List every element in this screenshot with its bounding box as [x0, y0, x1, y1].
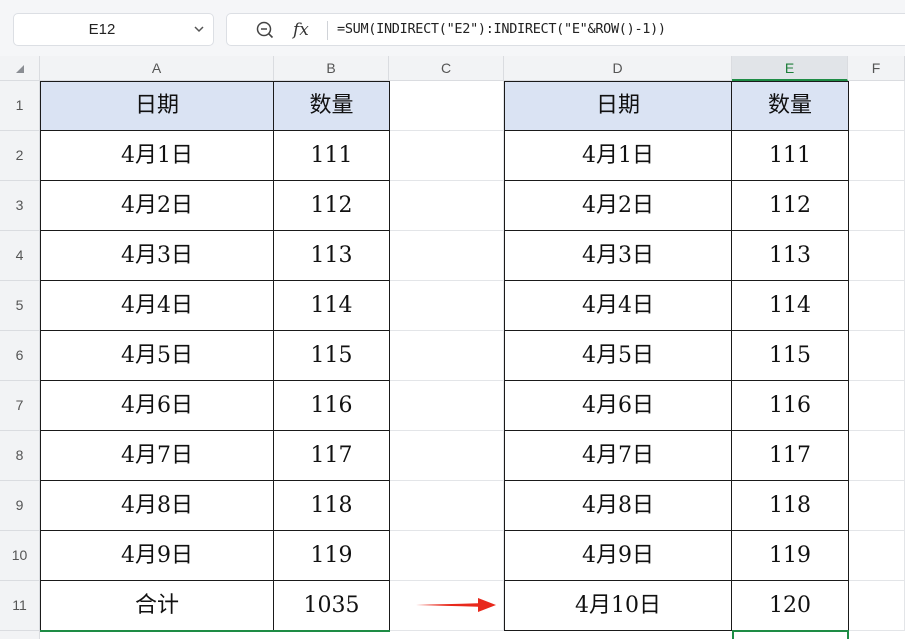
right-header-date[interactable]: 日期	[504, 81, 732, 131]
left-cell-date[interactable]: 4月1日	[40, 131, 274, 181]
left-header-date[interactable]: 日期	[40, 81, 274, 131]
selected-cell-e12[interactable]	[732, 630, 849, 639]
row-header-1[interactable]: 1	[0, 81, 40, 131]
right-cell-qty[interactable]: 114	[732, 281, 849, 331]
right-cell-qty[interactable]: 119	[732, 531, 849, 581]
right-cell-date[interactable]: 4月3日	[504, 231, 732, 281]
left-cell-qty[interactable]: 116	[274, 381, 390, 431]
empty-cell[interactable]	[389, 531, 504, 581]
left-cell-date[interactable]: 4月4日	[40, 281, 274, 331]
formula-divider	[327, 21, 328, 40]
empty-cell[interactable]	[848, 131, 905, 181]
empty-cell[interactable]	[848, 331, 905, 381]
name-box[interactable]: E12	[13, 13, 214, 46]
left-cell-qty[interactable]: 118	[274, 481, 390, 531]
right-cell-qty[interactable]: 113	[732, 231, 849, 281]
empty-cell[interactable]	[848, 381, 905, 431]
right-cell-date[interactable]: 4月2日	[504, 181, 732, 231]
row-header-2[interactable]: 2	[0, 131, 40, 181]
empty-cell[interactable]	[389, 81, 504, 131]
copy-range-border	[40, 630, 390, 632]
row-header-5[interactable]: 5	[0, 281, 40, 331]
empty-cell[interactable]	[848, 181, 905, 231]
right-header-qty[interactable]: 数量	[732, 81, 849, 131]
column-header-f[interactable]: F	[848, 56, 905, 81]
left-cell-qty[interactable]: 115	[274, 331, 390, 381]
row-header-8[interactable]: 8	[0, 431, 40, 481]
right-cell-date[interactable]: 4月9日	[504, 531, 732, 581]
empty-cell[interactable]	[848, 81, 905, 131]
left-cell-qty[interactable]: 117	[274, 431, 390, 481]
zoom-out-icon[interactable]	[255, 20, 275, 40]
left-cell-date[interactable]: 4月5日	[40, 331, 274, 381]
empty-cell[interactable]	[389, 131, 504, 181]
left-cell-qty[interactable]: 113	[274, 231, 390, 281]
right-cell-date[interactable]: 4月8日	[504, 481, 732, 531]
cell-reference: E12	[88, 21, 116, 38]
left-cell-date[interactable]: 4月7日	[40, 431, 274, 481]
row-header-11[interactable]: 11	[0, 581, 40, 631]
right-cell-date[interactable]: 4月6日	[504, 381, 732, 431]
empty-cell[interactable]	[389, 281, 504, 331]
corner-triangle-icon	[16, 65, 24, 73]
right-cell-qty[interactable]: 117	[732, 431, 849, 481]
right-cell-date[interactable]: 4月1日	[504, 131, 732, 181]
empty-cell[interactable]	[848, 231, 905, 281]
empty-cell[interactable]	[848, 481, 905, 531]
left-cell-qty[interactable]: 119	[274, 531, 390, 581]
empty-cell[interactable]	[848, 281, 905, 331]
empty-cell[interactable]	[389, 331, 504, 381]
row-header-12[interactable]	[0, 631, 40, 639]
arrow-icon	[416, 598, 496, 612]
left-cell-qty[interactable]: 114	[274, 281, 390, 331]
left-cell-date[interactable]: 合计	[40, 581, 274, 631]
right-cell-qty[interactable]: 112	[732, 181, 849, 231]
empty-cell[interactable]	[389, 181, 504, 231]
column-header-d[interactable]: D	[504, 56, 732, 81]
right-cell-date[interactable]: 4月10日	[504, 581, 732, 631]
row-header-10[interactable]: 10	[0, 531, 40, 581]
right-cell-date[interactable]: 4月7日	[504, 431, 732, 481]
function-icon[interactable]: fx	[293, 17, 317, 43]
empty-cell[interactable]	[848, 531, 905, 581]
empty-cell[interactable]	[389, 231, 504, 281]
left-cell-date[interactable]: 4月2日	[40, 181, 274, 231]
left-cell-date[interactable]: 4月3日	[40, 231, 274, 281]
left-cell-date[interactable]: 4月9日	[40, 531, 274, 581]
column-header-c[interactable]: C	[389, 56, 504, 81]
right-cell-qty[interactable]: 118	[732, 481, 849, 531]
select-all-corner[interactable]	[0, 56, 40, 81]
right-cell-date[interactable]: 4月5日	[504, 331, 732, 381]
left-cell-date[interactable]: 4月8日	[40, 481, 274, 531]
column-header-a[interactable]: A	[40, 56, 274, 81]
column-header-e[interactable]: E	[732, 56, 848, 81]
row-header-9[interactable]: 9	[0, 481, 40, 531]
chevron-down-icon[interactable]	[193, 23, 205, 35]
left-cell-qty[interactable]: 111	[274, 131, 390, 181]
right-cell-date[interactable]: 4月4日	[504, 281, 732, 331]
row-header-3[interactable]: 3	[0, 181, 40, 231]
left-cell-qty[interactable]: 112	[274, 181, 390, 231]
row-header-7[interactable]: 7	[0, 381, 40, 431]
formula-input-area[interactable]: fx =SUM(INDIRECT("E2"):INDIRECT("E"&ROW(…	[226, 13, 905, 46]
row-header-4[interactable]: 4	[0, 231, 40, 281]
formula-bar: E12 fx =SUM(INDIRECT("E2"):INDIRECT("E"&…	[0, 0, 905, 56]
right-cell-qty[interactable]: 116	[732, 381, 849, 431]
empty-cell[interactable]	[848, 431, 905, 481]
empty-cell[interactable]	[389, 481, 504, 531]
right-cell-qty[interactable]: 115	[732, 331, 849, 381]
row-header-6[interactable]: 6	[0, 331, 40, 381]
right-cell-qty[interactable]: 120	[732, 581, 849, 631]
empty-cell[interactable]	[389, 381, 504, 431]
right-cell-qty[interactable]: 111	[732, 131, 849, 181]
left-cell-qty[interactable]: 1035	[274, 581, 390, 631]
formula-text[interactable]: =SUM(INDIRECT("E2"):INDIRECT("E"&ROW()-1…	[337, 14, 666, 45]
left-header-qty[interactable]: 数量	[274, 81, 390, 131]
empty-cell[interactable]	[389, 431, 504, 481]
left-cell-date[interactable]: 4月6日	[40, 381, 274, 431]
empty-cell[interactable]	[848, 581, 905, 631]
column-header-b[interactable]: B	[274, 56, 389, 81]
